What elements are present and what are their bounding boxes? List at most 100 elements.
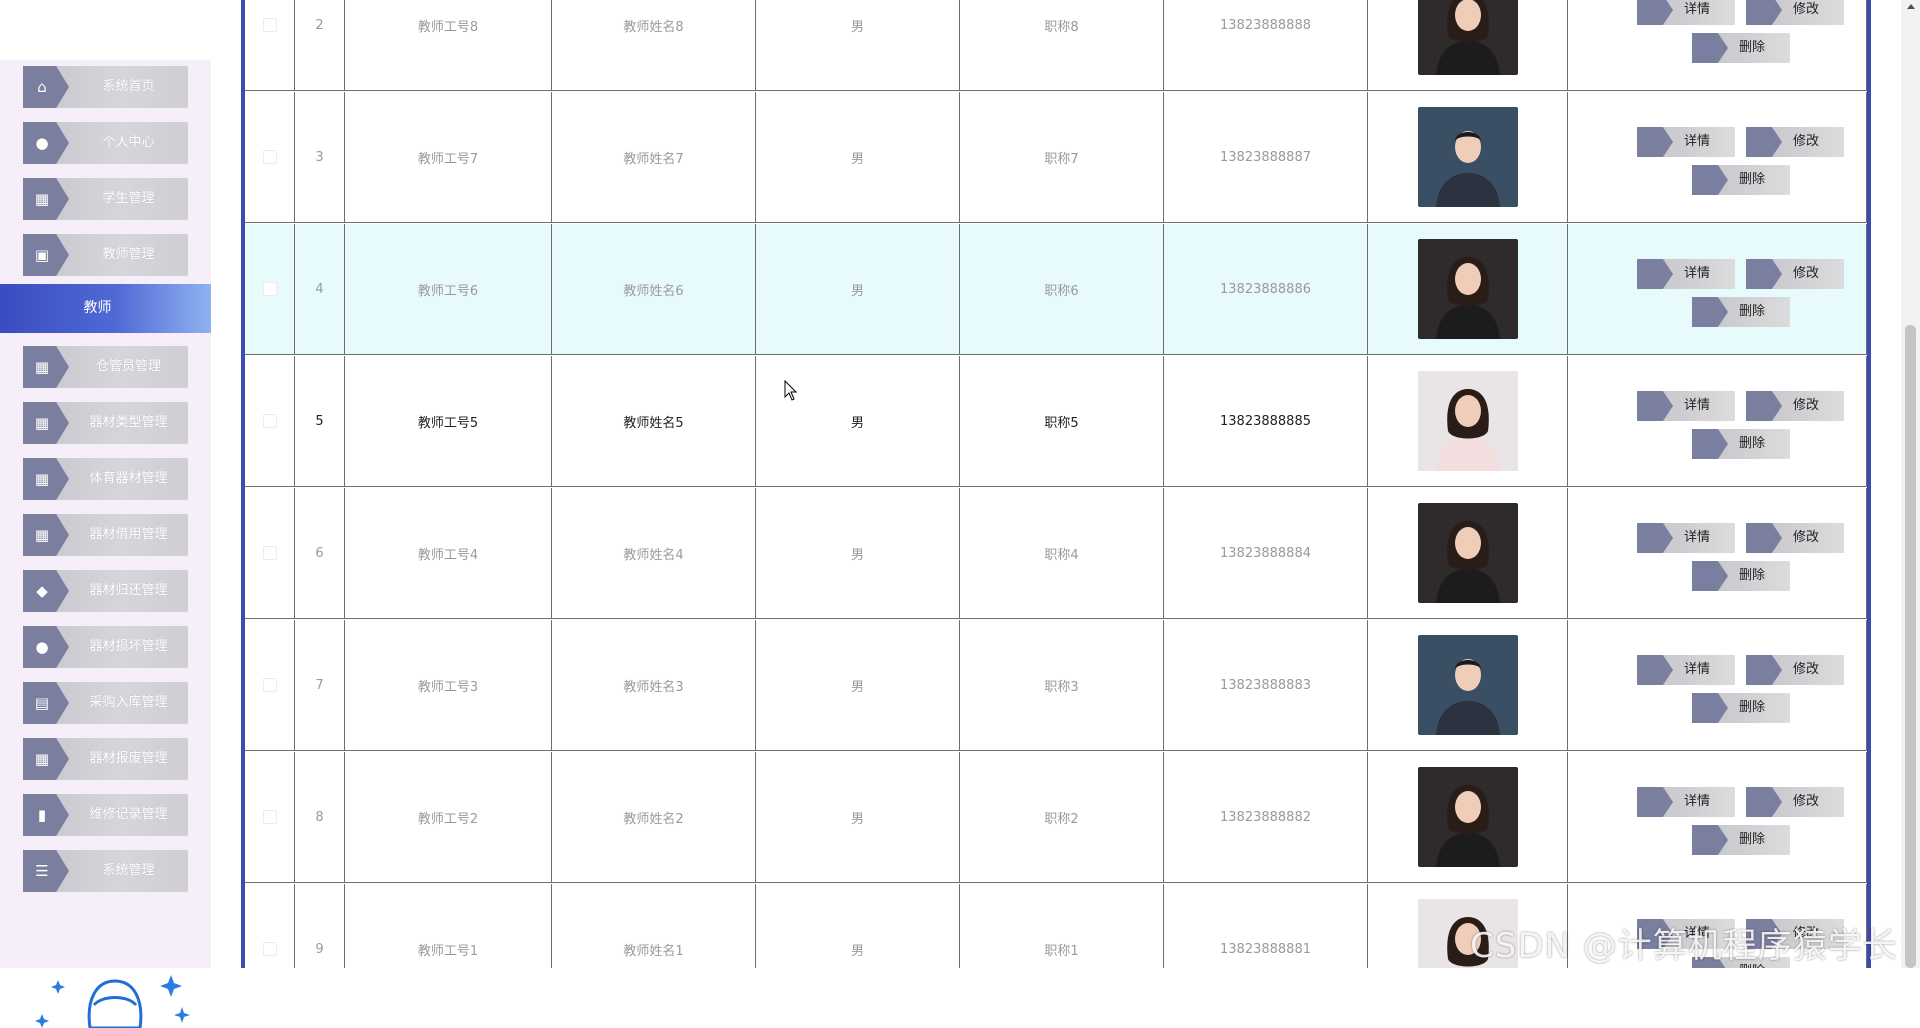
table-row[interactable]: 2 教师工号8 教师姓名8 男职称8 13823888888 详情 修改 删除 xyxy=(245,0,1867,91)
delete-button[interactable]: 删除 xyxy=(1692,561,1790,591)
sidebar-item-3[interactable]: ▦ 学生管理 xyxy=(23,178,188,220)
sidebar-item-icon-tab: ▦ xyxy=(23,514,69,556)
table-row[interactable]: 8 教师工号2 教师姓名2 男职称2 13823888882 详情 修改 删除 xyxy=(245,752,1867,883)
sidebar-item-11[interactable]: ● 器材损坏管理 xyxy=(23,626,188,668)
actions-cell: 详情 修改删除 xyxy=(1568,488,1867,618)
edit-button-label: 修改 xyxy=(1792,398,1819,413)
delete-button[interactable]: 删除 xyxy=(1692,33,1790,63)
sidebar-item-icon-tab: ▦ xyxy=(23,458,69,500)
edit-button[interactable]: 修改 xyxy=(1746,0,1844,25)
scrollbar-thumb[interactable] xyxy=(1905,325,1916,968)
cell-gender: 男 xyxy=(756,0,960,90)
row-checkbox[interactable] xyxy=(262,18,277,32)
cell-teacher-id: 教师工号1 xyxy=(345,884,552,968)
detail-button-label: 详情 xyxy=(1683,2,1710,17)
row-checkbox[interactable] xyxy=(262,678,277,692)
cell-phone: 13823888883 xyxy=(1164,620,1368,750)
checkbox-cell xyxy=(245,488,295,618)
delete-button-label: 删除 xyxy=(1738,832,1765,847)
delete-button[interactable]: 删除 xyxy=(1692,429,1790,459)
actions-cell: 详情 修改删除 xyxy=(1568,92,1867,222)
sidebar-item-teacher-active[interactable]: 教师 xyxy=(0,284,211,333)
delete-button[interactable]: 删除 xyxy=(1692,693,1790,723)
sidebar-item-14[interactable]: ▮ 维修记录管理 xyxy=(23,794,188,836)
cell-phone: 13823888885 xyxy=(1164,356,1368,486)
sidebar-item-icon-tab: ▦ xyxy=(23,738,69,780)
row-checkbox[interactable] xyxy=(262,546,277,560)
row-checkbox[interactable] xyxy=(262,414,277,428)
photo-cell xyxy=(1368,620,1568,750)
edit-button[interactable]: 修改 xyxy=(1746,787,1844,817)
edit-button-label: 修改 xyxy=(1792,794,1819,809)
row-checkbox[interactable] xyxy=(262,150,277,164)
edit-button-label: 修改 xyxy=(1792,134,1819,149)
sidebar-item-1[interactable]: ⌂ 系统首页 xyxy=(23,66,188,108)
row-checkbox[interactable] xyxy=(262,282,277,296)
mouse-cursor-icon xyxy=(784,380,798,401)
sidebar-item-label: 器材报废管理 xyxy=(89,751,168,766)
table-row[interactable]: 3 教师工号7 教师姓名7 男职称7 13823888887 详情 修改 删除 xyxy=(245,92,1867,223)
sidebar-item-icon-tab: ▮ xyxy=(23,794,69,836)
sidebar-item-6[interactable]: ▦ 仓管员管理 xyxy=(23,346,188,388)
edit-button[interactable]: 修改 xyxy=(1746,127,1844,157)
cell-gender: 男 xyxy=(756,92,960,222)
detail-button[interactable]: 详情 xyxy=(1637,0,1735,25)
edit-button-label: 修改 xyxy=(1792,266,1819,281)
detail-button[interactable]: 详情 xyxy=(1637,523,1735,553)
cell-title: 职称8 xyxy=(960,0,1164,90)
edit-button[interactable]: 修改 xyxy=(1746,391,1844,421)
table-row[interactable]: 7 教师工号3 教师姓名3 男职称3 13823888883 详情 修改 删除 xyxy=(245,620,1867,751)
detail-button-label: 详情 xyxy=(1683,530,1710,545)
sidebar-item-label: 体育器材管理 xyxy=(89,471,168,486)
sidebar-item-12[interactable]: ▤ 采购入库管理 xyxy=(23,682,188,724)
delete-button[interactable]: 删除 xyxy=(1692,825,1790,855)
scroll-up-arrow-icon[interactable] xyxy=(1907,4,1915,9)
page-scrollbar[interactable] xyxy=(1901,0,1920,968)
sidebar-item-label: 采购入库管理 xyxy=(89,695,168,710)
detail-button[interactable]: 详情 xyxy=(1637,127,1735,157)
edit-button[interactable]: 修改 xyxy=(1746,259,1844,289)
user-icon: ● xyxy=(35,133,49,152)
content-frame-right-border xyxy=(1867,0,1871,968)
sidebar-item-9[interactable]: ▦ 器材借用管理 xyxy=(23,514,188,556)
detail-button[interactable]: 详情 xyxy=(1637,655,1735,685)
cell-phone: 13823888881 xyxy=(1164,884,1368,968)
edit-button[interactable]: 修改 xyxy=(1746,523,1844,553)
teacher-photo xyxy=(1417,767,1518,867)
sidebar-item-4[interactable]: ▣ 教师管理 xyxy=(23,234,188,276)
edit-button-label: 修改 xyxy=(1792,662,1819,677)
table-row[interactable]: 5 教师工号5 教师姓名5 男职称5 13823888885 详情 修改 删除 xyxy=(245,356,1867,487)
row-checkbox[interactable] xyxy=(262,810,277,824)
home-icon: ⌂ xyxy=(37,77,47,96)
sidebar-item-10[interactable]: ◆ 器材归还管理 xyxy=(23,570,188,612)
delete-button[interactable]: 删除 xyxy=(1692,165,1790,195)
sidebar-item-icon-tab: ☰ xyxy=(23,850,69,892)
cell-name: 教师姓名3 xyxy=(552,620,756,750)
sidebar-item-15[interactable]: ☰ 系统管理 xyxy=(23,850,188,892)
grid-icon: ▦ xyxy=(34,469,50,488)
sidebar-item-7[interactable]: ▦ 器材类型管理 xyxy=(23,402,188,444)
actions-cell: 详情 修改删除 xyxy=(1568,620,1867,750)
row-checkbox[interactable] xyxy=(262,942,277,956)
delete-button[interactable]: 删除 xyxy=(1692,297,1790,327)
teacher-photo xyxy=(1417,371,1518,471)
sidebar-item-13[interactable]: ▦ 器材报废管理 xyxy=(23,738,188,780)
cell-title: 职称2 xyxy=(960,752,1164,882)
edit-button[interactable]: 修改 xyxy=(1746,655,1844,685)
sidebar-item-2[interactable]: ● 个人中心 xyxy=(23,122,188,164)
table-row[interactable]: 6 教师工号4 教师姓名4 男职称4 13823888884 详情 修改 删除 xyxy=(245,488,1867,619)
delete-button-label: 删除 xyxy=(1738,172,1765,187)
sidebar-item-label: 个人中心 xyxy=(102,135,155,150)
detail-button[interactable]: 详情 xyxy=(1637,787,1735,817)
detail-button[interactable]: 详情 xyxy=(1637,259,1735,289)
detail-button-label: 详情 xyxy=(1683,398,1710,413)
action-buttons: 详情 修改删除 xyxy=(1617,503,1844,603)
photo-cell xyxy=(1368,92,1568,222)
sidebar-item-icon-tab: ▤ xyxy=(23,682,69,724)
sidebar-item-label: 维修记录管理 xyxy=(89,807,168,822)
sidebar-item-8[interactable]: ▦ 体育器材管理 xyxy=(23,458,188,500)
checkbox-cell xyxy=(245,620,295,750)
table-row[interactable]: 4 教师工号6 教师姓名6 男职称6 13823888886 详情 修改 删除 xyxy=(245,224,1867,355)
detail-button[interactable]: 详情 xyxy=(1637,391,1735,421)
cell-name: 教师姓名2 xyxy=(552,752,756,882)
